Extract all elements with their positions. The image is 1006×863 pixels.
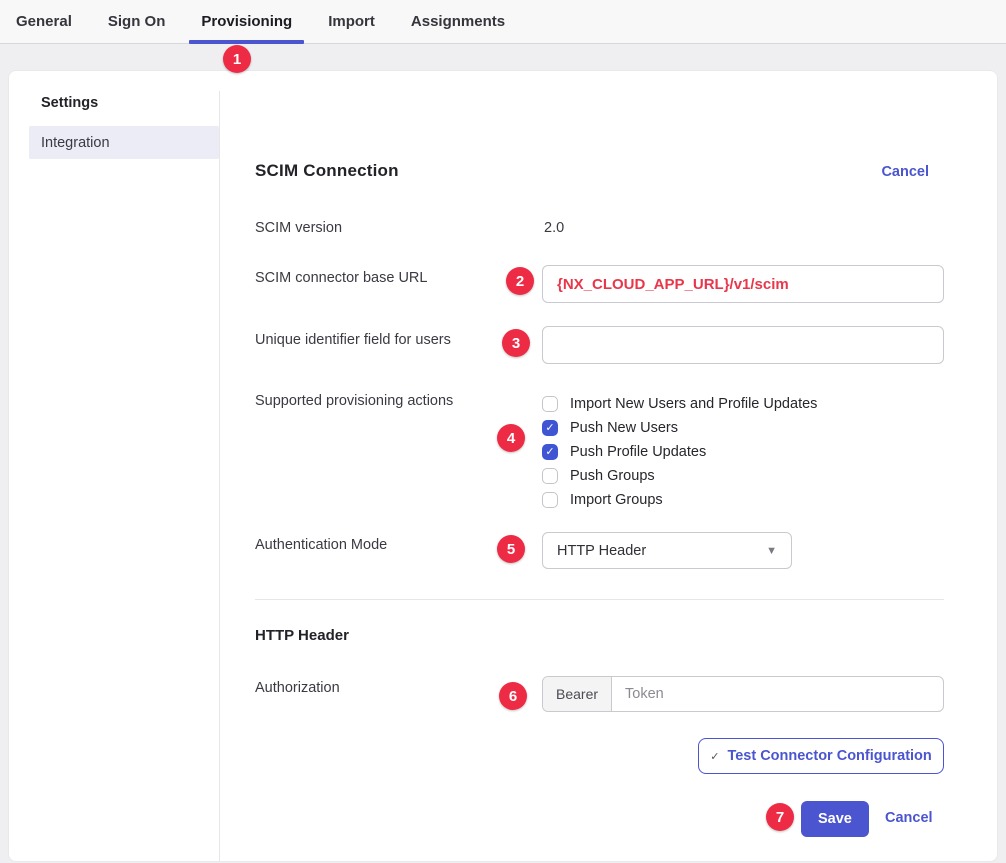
checkbox-row-push-groups[interactable]: ✓ Push Groups bbox=[542, 464, 817, 488]
provisioning-panel: Settings Integration SCIM Connection Can… bbox=[8, 70, 998, 862]
provisioning-actions-label: Supported provisioning actions bbox=[255, 393, 453, 409]
check-icon: ✓ bbox=[545, 423, 554, 434]
checkbox[interactable]: ✓ bbox=[542, 492, 558, 508]
tab-assignments[interactable]: Assignments bbox=[411, 0, 505, 43]
http-header-section-heading: HTTP Header bbox=[255, 627, 349, 644]
check-icon: ✓ bbox=[545, 447, 554, 458]
tab-general[interactable]: General bbox=[16, 0, 72, 43]
page-title: SCIM Connection bbox=[255, 161, 399, 181]
bearer-prefix: Bearer bbox=[543, 677, 612, 711]
checkbox[interactable]: ✓ bbox=[542, 420, 558, 436]
checkbox-label: Import Groups bbox=[570, 492, 663, 508]
checkbox-label: Push Profile Updates bbox=[570, 444, 706, 460]
auth-mode-selected-value: HTTP Header bbox=[557, 543, 646, 559]
token-input[interactable] bbox=[612, 677, 943, 711]
annotation-step-badge-4: 4 bbox=[497, 424, 525, 452]
annotation-step-badge-5: 5 bbox=[497, 535, 525, 563]
checkbox[interactable]: ✓ bbox=[542, 444, 558, 460]
annotation-step-badge-3: 3 bbox=[502, 329, 530, 357]
checkbox-label: Push Groups bbox=[570, 468, 655, 484]
test-connector-configuration-button[interactable]: ✓ Test Connector Configuration bbox=[698, 738, 944, 774]
unique-identifier-label: Unique identifier field for users bbox=[255, 332, 451, 348]
base-url-input[interactable] bbox=[542, 265, 944, 303]
checkbox-row-push-profile-updates[interactable]: ✓ Push Profile Updates bbox=[542, 440, 817, 464]
annotation-step-badge-2: 2 bbox=[506, 267, 534, 295]
checkbox[interactable]: ✓ bbox=[542, 396, 558, 412]
test-connector-button-label: Test Connector Configuration bbox=[727, 748, 931, 764]
cancel-link-top[interactable]: Cancel bbox=[881, 164, 929, 180]
sidebar-item-integration[interactable]: Integration bbox=[29, 126, 219, 159]
annotation-step-badge-7: 7 bbox=[766, 803, 794, 831]
chevron-down-icon: ▼ bbox=[766, 545, 777, 557]
unique-identifier-input[interactable] bbox=[542, 326, 944, 364]
auth-mode-select[interactable]: HTTP Header ▼ bbox=[542, 532, 792, 569]
annotation-step-badge-6: 6 bbox=[499, 682, 527, 710]
checkbox-row-import-new-users[interactable]: ✓ Import New Users and Profile Updates bbox=[542, 392, 817, 416]
section-divider bbox=[255, 599, 944, 600]
scim-version-value: 2.0 bbox=[544, 220, 564, 236]
sidebar-divider bbox=[219, 91, 220, 861]
tab-sign-on[interactable]: Sign On bbox=[108, 0, 166, 43]
app-tab-bar: General Sign On Provisioning Import Assi… bbox=[0, 0, 1006, 44]
authorization-label: Authorization bbox=[255, 680, 340, 696]
checkbox[interactable]: ✓ bbox=[542, 468, 558, 484]
checkbox-label: Push New Users bbox=[570, 420, 678, 436]
sidebar-heading-settings: Settings bbox=[41, 95, 98, 111]
authorization-input-group: Bearer bbox=[542, 676, 944, 712]
base-url-label: SCIM connector base URL bbox=[255, 270, 427, 286]
save-button[interactable]: Save bbox=[801, 801, 869, 837]
scim-version-label: SCIM version bbox=[255, 220, 342, 236]
tab-provisioning[interactable]: Provisioning bbox=[201, 0, 292, 43]
checkbox-row-push-new-users[interactable]: ✓ Push New Users bbox=[542, 416, 817, 440]
checkbox-label: Import New Users and Profile Updates bbox=[570, 396, 817, 412]
sidebar-item-label: Integration bbox=[41, 135, 110, 151]
cancel-link-bottom[interactable]: Cancel bbox=[885, 810, 933, 826]
annotation-step-badge-1: 1 bbox=[223, 45, 251, 73]
check-icon: ✓ bbox=[710, 750, 719, 763]
checkbox-row-import-groups[interactable]: ✓ Import Groups bbox=[542, 488, 817, 512]
provisioning-actions-list: ✓ Import New Users and Profile Updates ✓… bbox=[542, 392, 817, 512]
auth-mode-label: Authentication Mode bbox=[255, 537, 387, 553]
tab-import[interactable]: Import bbox=[328, 0, 375, 43]
